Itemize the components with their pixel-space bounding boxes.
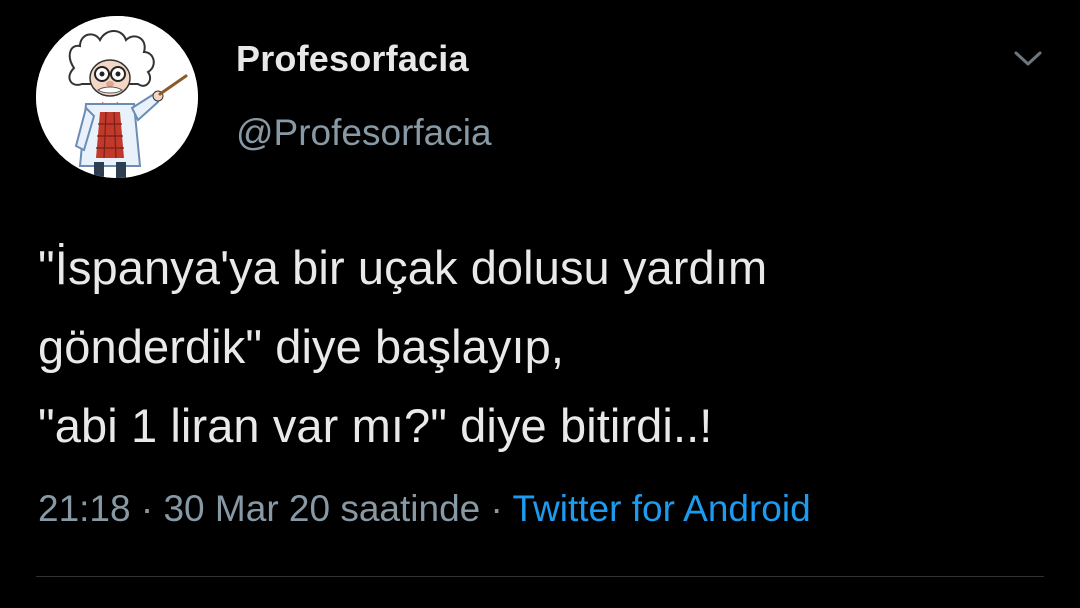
user-handle[interactable]: @Profesorfacia (236, 112, 492, 154)
tweet-text-line: "abi 1 liran var mı?" diye bitirdi..! (38, 399, 713, 452)
tweet-source-link[interactable]: Twitter for Android (512, 488, 810, 529)
meta-separator: · (140, 488, 154, 529)
avatar[interactable] (36, 16, 198, 178)
tweet-meta: 21:18 · 30 Mar 20 saatinde · Twitter for… (38, 488, 811, 530)
tweet-time[interactable]: 21:18 (38, 488, 131, 529)
tweet-text: "İspanya'ya bir uçak dolusu yardım gönde… (38, 228, 1058, 465)
professor-avatar-icon (36, 16, 198, 178)
tweet-text-line: "İspanya'ya bir uçak dolusu yardım (38, 241, 768, 294)
tweet-text-line: gönderdik" diye başlayıp, (38, 320, 565, 373)
tweet-card: Profesorfacia @Profesorfacia "İspanya'ya… (0, 0, 1080, 608)
meta-separator: · (490, 488, 503, 529)
divider (36, 576, 1044, 577)
tweet-menu-button[interactable] (1010, 44, 1046, 74)
chevron-down-icon (1014, 51, 1042, 66)
tweet-date[interactable]: 30 Mar 20 saatinde (163, 488, 480, 529)
display-name[interactable]: Profesorfacia (236, 38, 469, 80)
